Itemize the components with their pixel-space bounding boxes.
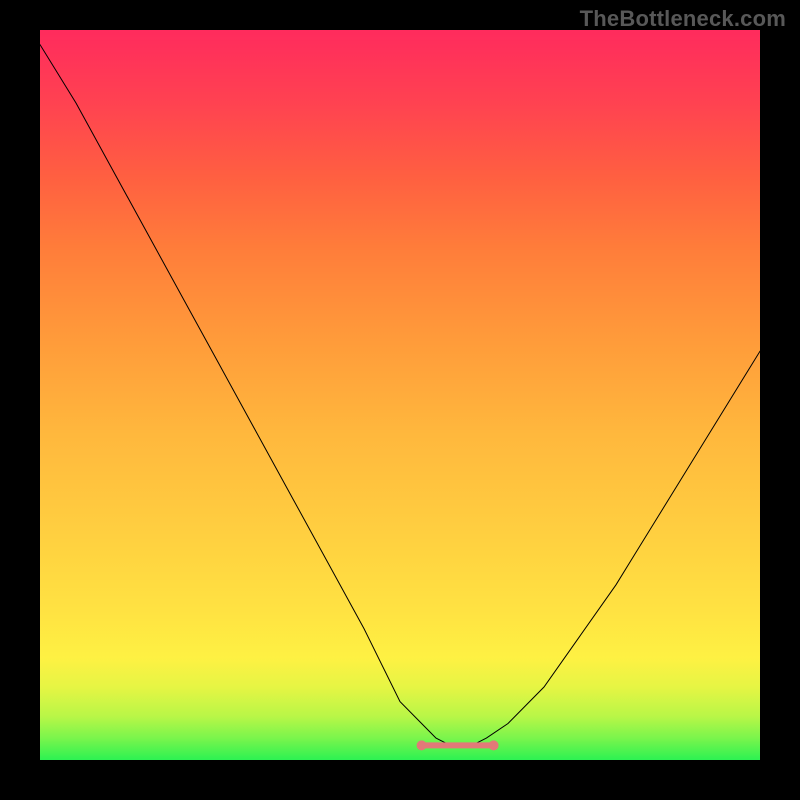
flat-region-start-marker bbox=[417, 740, 427, 750]
watermark-text: TheBottleneck.com bbox=[580, 6, 786, 32]
flat-region-end-marker bbox=[489, 740, 499, 750]
bottleneck-curve bbox=[40, 45, 760, 746]
chart-frame: TheBottleneck.com bbox=[0, 0, 800, 800]
plot-area bbox=[40, 30, 760, 760]
curve-svg bbox=[40, 30, 760, 760]
curve-group bbox=[40, 45, 760, 751]
